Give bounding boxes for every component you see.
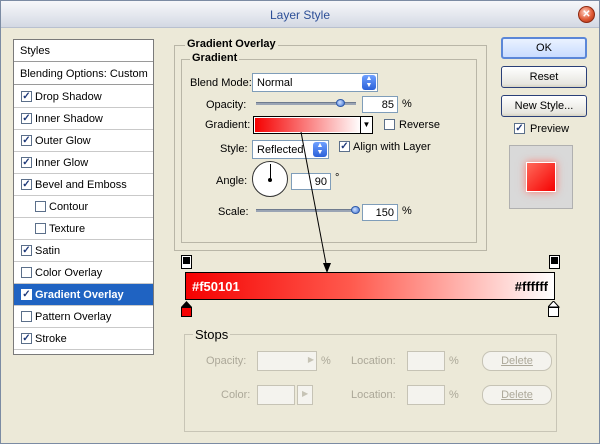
color-stop-left[interactable] [181, 301, 195, 319]
opacity-stop-left[interactable] [181, 255, 192, 269]
right-color-label: #ffffff [514, 279, 548, 294]
stop-location-unit: % [449, 355, 459, 367]
play-arrow-icon: ▶ [302, 389, 309, 398]
opacity-stop-right[interactable] [549, 255, 560, 269]
stop-location-input[interactable] [407, 351, 445, 371]
stop-opacity-input[interactable]: ▶ [257, 351, 317, 371]
stop-color-location-input[interactable] [407, 385, 445, 405]
stops-group: Stops [184, 327, 557, 432]
stop-opacity-unit: % [321, 355, 331, 367]
stops-title: Stops [193, 327, 231, 342]
gradient-bar[interactable]: #f50101 #ffffff [185, 272, 555, 300]
stop-color-label: Color: [221, 389, 251, 401]
color-stop-right[interactable] [548, 301, 562, 319]
stop-color-location-unit: % [449, 389, 459, 401]
stop-color-arrow[interactable]: ▶ [297, 385, 313, 405]
layer-style-dialog: Layer Style ✕ Styles Blending Options: C… [0, 0, 600, 444]
stop-opacity-label: Opacity: [206, 355, 247, 367]
left-color-label: #f50101 [192, 279, 240, 294]
delete-color-stop-button[interactable]: Delete [482, 385, 552, 405]
stop-opacity-arrow-icon: ▶ [307, 355, 314, 364]
stop-color-location-label: Location: [351, 389, 396, 401]
stop-location-label: Location: [351, 355, 396, 367]
delete-opacity-stop-button[interactable]: Delete [482, 351, 552, 371]
stop-color-swatch[interactable] [257, 385, 295, 405]
